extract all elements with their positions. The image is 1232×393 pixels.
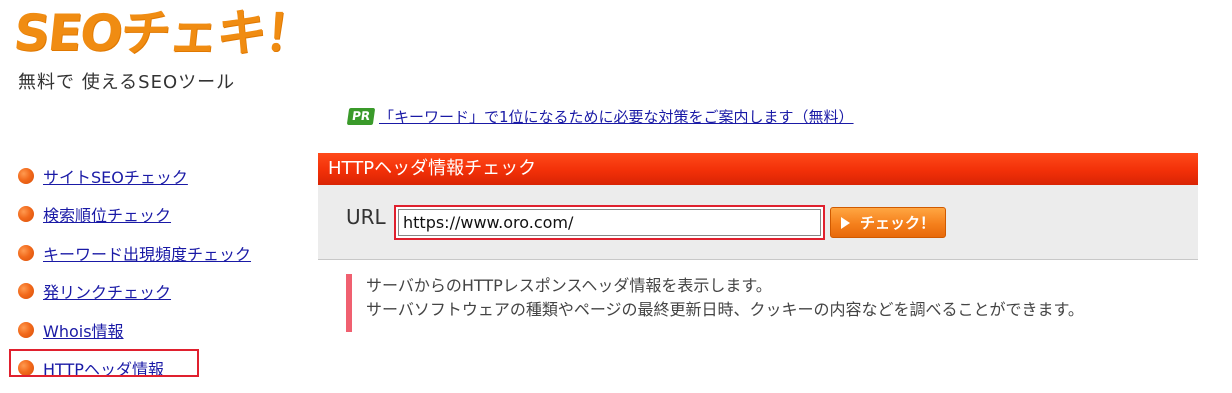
sidebar-item-rank-check[interactable]: 検索順位チェック [18, 202, 171, 226]
sidebar-item-whois[interactable]: Whois情報 [18, 318, 124, 342]
orange-bullet-icon [18, 245, 34, 261]
description-line: サーバからのHTTPレスポンスヘッダ情報を表示します。 [366, 276, 772, 295]
sidebar-item-label[interactable]: サイトSEOチェック [43, 164, 188, 188]
orange-bullet-icon [18, 322, 34, 338]
sidebar-item-site-seo-check[interactable]: サイトSEOチェック [18, 164, 188, 188]
pr-banner: PR 「キーワード」で1位になるために必要な対策をご案内します（無料） [346, 106, 854, 127]
sidebar-item-label[interactable]: 検索順位チェック [43, 202, 171, 226]
site-tagline: 無料で 使えるSEOツール [18, 72, 236, 93]
orange-bullet-icon [18, 168, 34, 184]
play-arrow-icon [840, 216, 850, 229]
check-button-label: チェック！ [859, 214, 935, 232]
site-logo[interactable]: SEOチェキ！ [11, 4, 316, 62]
sidebar-item-label[interactable]: Whois情報 [43, 318, 124, 342]
pr-badge-icon: PR [346, 108, 376, 125]
check-button[interactable]: チェック！ [830, 207, 946, 238]
pr-link[interactable]: 「キーワード」で1位になるために必要な対策をご案内します（無料） [379, 106, 854, 127]
sidebar-item-outbound-link-check[interactable]: 発リンクチェック [18, 279, 171, 303]
page: SEOチェキ！ 無料で 使えるSEOツール PR 「キーワード」で1位になるため… [0, 0, 1232, 393]
sidebar-item-label[interactable]: キーワード出現頻度チェック [43, 241, 251, 265]
url-input-highlight [394, 205, 825, 240]
sidebar-item-label[interactable]: 発リンクチェック [43, 279, 171, 303]
sidebar-active-highlight [9, 349, 199, 377]
panel-title: HTTPヘッダ情報チェック [318, 153, 1198, 185]
url-input[interactable] [398, 209, 821, 236]
description-line: サーバソフトウェアの種類やページの最終更新日時、クッキーの内容などを調べることが… [366, 300, 1084, 319]
description-block: サーバからのHTTPレスポンスヘッダ情報を表示します。 サーバソフトウェアの種類… [346, 274, 1084, 332]
orange-bullet-icon [18, 206, 34, 222]
sidebar-item-keyword-frequency[interactable]: キーワード出現頻度チェック [18, 241, 251, 265]
url-label: URL [346, 205, 386, 229]
orange-bullet-icon [18, 283, 34, 299]
url-form: URL チェック！ [318, 185, 1198, 260]
